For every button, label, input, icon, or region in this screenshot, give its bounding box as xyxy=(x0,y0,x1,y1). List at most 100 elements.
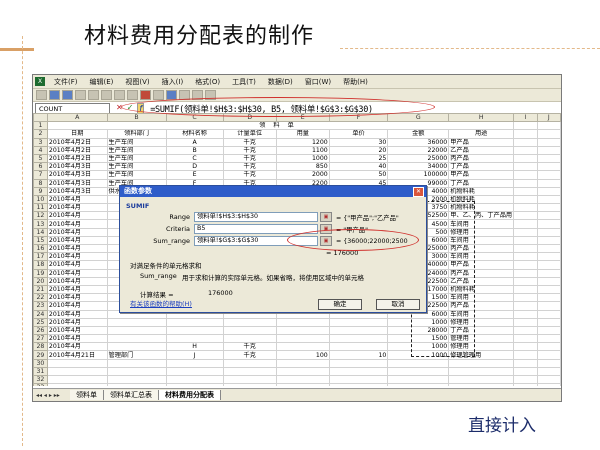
copy-icon[interactable] xyxy=(114,90,125,100)
row-header[interactable]: 25 xyxy=(33,317,48,327)
cell[interactable]: 30 xyxy=(328,137,389,147)
cell[interactable]: 2010年4月 xyxy=(46,194,108,205)
cell[interactable]: 2010年4月 xyxy=(46,284,108,295)
cell[interactable] xyxy=(513,243,538,254)
row-header[interactable]: 18 xyxy=(33,260,48,270)
cell[interactable] xyxy=(536,203,561,213)
cell[interactable] xyxy=(275,374,330,385)
cell[interactable]: 用途 xyxy=(448,129,515,139)
cell[interactable] xyxy=(106,366,167,377)
cell[interactable]: 千克 xyxy=(222,162,277,172)
dialog-title-bar[interactable]: 函数参数 ✕ xyxy=(120,186,426,197)
cell[interactable] xyxy=(106,334,167,344)
cell[interactable] xyxy=(275,383,330,386)
cell[interactable]: 用量 xyxy=(275,129,330,139)
cell[interactable]: 2010年4月 xyxy=(46,252,108,262)
cell[interactable] xyxy=(46,383,108,386)
cell[interactable] xyxy=(328,342,389,352)
cell[interactable] xyxy=(513,317,538,327)
row-header[interactable]: 6 xyxy=(33,162,48,172)
cell[interactable] xyxy=(165,358,224,368)
cell[interactable]: 材料名称 xyxy=(165,129,224,139)
cell[interactable] xyxy=(275,334,330,344)
cell[interactable]: 千克 xyxy=(222,153,277,164)
row-header[interactable]: 28 xyxy=(33,342,48,352)
menu-tools[interactable]: 工具(T) xyxy=(226,77,262,87)
cell[interactable] xyxy=(513,366,538,377)
cell[interactable] xyxy=(536,268,561,278)
cell[interactable] xyxy=(387,374,450,385)
cell[interactable] xyxy=(46,374,108,385)
cell[interactable] xyxy=(106,317,167,327)
cell[interactable]: 机物料耗 xyxy=(448,186,515,196)
cell[interactable] xyxy=(536,162,561,172)
cell[interactable] xyxy=(106,342,167,352)
cell[interactable] xyxy=(536,235,561,246)
cell[interactable] xyxy=(513,334,538,344)
cell[interactable] xyxy=(536,243,561,254)
cell[interactable] xyxy=(536,194,561,205)
cell[interactable] xyxy=(513,383,538,386)
cell[interactable] xyxy=(222,383,277,386)
cell[interactable]: 2000 xyxy=(275,170,330,180)
cell[interactable]: 2010年4月2日 xyxy=(46,137,108,147)
cell[interactable] xyxy=(536,334,561,344)
cell[interactable] xyxy=(275,366,330,377)
cell[interactable] xyxy=(536,121,561,131)
cell[interactable]: 2010年4月2日 xyxy=(46,153,108,164)
cell[interactable] xyxy=(536,276,561,286)
close-icon[interactable]: ✕ xyxy=(413,187,424,197)
row-header[interactable]: 20 xyxy=(33,276,48,286)
cell[interactable] xyxy=(165,334,224,344)
cell[interactable] xyxy=(513,121,538,131)
cell[interactable] xyxy=(513,309,538,319)
arg-range-input[interactable]: 领料单!$H$3:$H$30 xyxy=(194,212,318,222)
row-header[interactable]: 15 xyxy=(33,235,48,246)
cell[interactable] xyxy=(222,358,277,368)
menu-window[interactable]: 窗口(W) xyxy=(299,77,337,87)
cell[interactable]: 2010年4月3日 xyxy=(46,178,108,188)
cell[interactable] xyxy=(106,374,167,385)
tab-sheet-summary[interactable]: 领料单汇总表 xyxy=(104,390,159,400)
cell[interactable]: 2010年4月 xyxy=(46,342,108,352)
cell[interactable]: 单价 xyxy=(328,129,389,139)
cell[interactable]: B xyxy=(165,145,224,155)
cell[interactable]: 22000 xyxy=(387,145,450,155)
cell[interactable] xyxy=(513,211,538,221)
cell[interactable] xyxy=(448,374,515,385)
cell[interactable] xyxy=(513,178,538,188)
cell[interactable] xyxy=(536,178,561,188)
cell[interactable]: 千克 xyxy=(222,170,277,180)
cell[interactable]: 生产车间 xyxy=(106,145,167,155)
cell[interactable] xyxy=(536,293,561,303)
cell[interactable]: 2010年4月 xyxy=(46,309,108,319)
cancel-button[interactable]: 取消 xyxy=(376,299,420,310)
column-header[interactable]: J xyxy=(536,113,561,123)
cell[interactable]: 2010年4月 xyxy=(46,211,108,221)
cell[interactable] xyxy=(328,366,389,377)
row-header[interactable]: 12 xyxy=(33,211,48,221)
row-header[interactable]: 5 xyxy=(33,153,48,164)
cell[interactable] xyxy=(513,194,538,205)
cell[interactable] xyxy=(513,350,538,360)
cell[interactable] xyxy=(536,309,561,319)
menu-data[interactable]: 数据(D) xyxy=(262,77,299,87)
cell[interactable] xyxy=(513,186,538,196)
cell[interactable]: H xyxy=(165,342,224,352)
cell[interactable] xyxy=(513,276,538,286)
cell[interactable] xyxy=(275,317,330,327)
cell[interactable] xyxy=(536,186,561,196)
row-header[interactable]: 2 xyxy=(33,129,48,139)
row-header[interactable]: 32 xyxy=(33,374,48,385)
cell[interactable] xyxy=(513,145,538,155)
cell[interactable]: 2010年4月 xyxy=(46,293,108,303)
cell[interactable]: 计量单位 xyxy=(222,129,277,139)
cell[interactable] xyxy=(275,325,330,336)
column-header[interactable]: I xyxy=(513,113,538,123)
cell[interactable] xyxy=(328,374,389,385)
row-header[interactable]: 14 xyxy=(33,227,48,237)
cell[interactable] xyxy=(222,374,277,385)
cell[interactable]: 50 xyxy=(328,170,389,180)
cell[interactable]: D xyxy=(165,162,224,172)
menu-format[interactable]: 格式(O) xyxy=(189,77,226,87)
